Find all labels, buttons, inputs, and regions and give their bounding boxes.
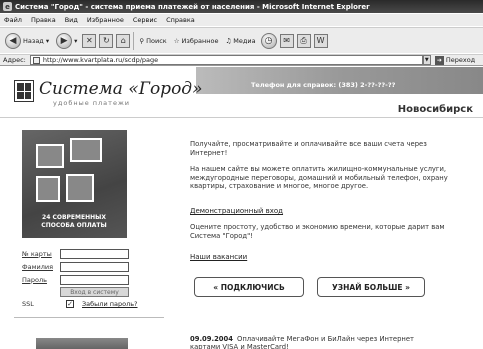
vacancies-link[interactable]: Наши вакансии bbox=[190, 253, 247, 261]
url-text: http://www.kvartplata.ru/scdp/page bbox=[42, 56, 159, 64]
menu-file[interactable]: Файл bbox=[4, 16, 22, 24]
logo-mark-icon bbox=[14, 80, 34, 102]
banner-phone: Телефон для справок: (383) 2-??-??-?? bbox=[251, 81, 396, 89]
url-dropdown-icon[interactable]: ▼ bbox=[422, 55, 431, 65]
password-label: Пароль bbox=[22, 275, 47, 284]
browser-toolbar: ◀ Назад ▾ ▶ ▾ ✕ ↻ ⌂ ⚲ Поиск ☆ Избранное … bbox=[0, 27, 483, 53]
window-titlebar: e Система "Город" - система приема плате… bbox=[0, 0, 483, 13]
surname-input[interactable] bbox=[60, 261, 129, 272]
toolbar-separator bbox=[133, 31, 135, 50]
page-icon bbox=[32, 56, 40, 64]
refresh-icon[interactable]: ↻ bbox=[99, 33, 114, 48]
address-bar: Адрес: http://www.kvartplata.ru/scdp/pag… bbox=[0, 54, 483, 66]
search-button[interactable]: ⚲ Поиск bbox=[137, 31, 168, 51]
media-icon: ♫ bbox=[225, 36, 232, 45]
promo-caption: 24 СОВРЕМЕННЫХ СПОСОБА ОПЛАТЫ bbox=[41, 214, 107, 229]
go-button[interactable]: ➜ Переход bbox=[434, 55, 476, 65]
promo-tile bbox=[36, 144, 64, 168]
menu-favorites[interactable]: Избранное bbox=[87, 16, 124, 24]
card-number-label: № карты bbox=[22, 249, 52, 258]
surname-label: Фамилия bbox=[22, 262, 53, 271]
window-title: Система "Город" - система приема платеже… bbox=[15, 2, 370, 11]
ssl-checkbox[interactable]: ✓ bbox=[66, 300, 74, 308]
history-icon[interactable]: ◷ bbox=[260, 32, 277, 49]
learn-more-button[interactable]: УЗНАЙ БОЛЬШЕ » bbox=[317, 277, 425, 297]
menu-bar: Файл Правка Вид Избранное Сервис Справка bbox=[0, 14, 483, 26]
left-divider bbox=[14, 317, 164, 318]
stop-icon[interactable]: ✕ bbox=[82, 33, 97, 48]
mail-icon[interactable]: ✉ bbox=[279, 33, 294, 48]
ie-icon: e bbox=[3, 2, 12, 11]
logo-title: Система «Город» bbox=[39, 79, 203, 99]
menu-edit[interactable]: Правка bbox=[31, 16, 56, 24]
news-date: 09.09.2004 bbox=[190, 335, 233, 343]
city-name: Новосибирск bbox=[397, 104, 473, 115]
promo-tile bbox=[70, 138, 102, 162]
intro-paragraph-2: На нашем сайте вы можете оплатить жилищн… bbox=[190, 165, 448, 190]
news-item: 09.09.2004 Оплачивайте МегаФон и БиЛайн ч… bbox=[190, 335, 430, 349]
address-label: Адрес: bbox=[3, 56, 26, 64]
intro-paragraph-1: Получайте, просматривайте и оплачивайте … bbox=[190, 140, 427, 157]
news-image bbox=[36, 338, 128, 349]
logo-subtitle: удобные платежи bbox=[53, 99, 131, 107]
media-label: Медиа bbox=[233, 36, 256, 45]
chevron-down-icon: ▾ bbox=[74, 36, 78, 45]
login-button[interactable]: Вход в систему bbox=[60, 287, 129, 297]
header-banner: Телефон для справок: (383) 2-??-??-?? bbox=[196, 67, 483, 94]
menu-view[interactable]: Вид bbox=[65, 16, 78, 24]
chevron-down-icon: ▾ bbox=[45, 36, 50, 45]
media-button[interactable]: ♫ Медиа bbox=[223, 31, 257, 51]
header-divider bbox=[0, 117, 483, 118]
search-label: Поиск bbox=[146, 36, 167, 45]
back-button[interactable]: ◀ Назад ▾ bbox=[3, 31, 51, 51]
promo-image: 24 СОВРЕМЕННЫХ СПОСОБА ОПЛАТЫ bbox=[22, 130, 127, 238]
forgot-password-link[interactable]: Забыли пароль? bbox=[82, 300, 138, 308]
favorites-label: Избранное bbox=[181, 36, 219, 45]
star-icon: ☆ bbox=[173, 36, 180, 45]
back-arrow-icon: ◀ bbox=[5, 32, 21, 49]
go-label: Переход bbox=[445, 56, 476, 64]
login-form: № карты Фамилия Пароль Вход в систему SS… bbox=[22, 248, 152, 308]
favorites-button[interactable]: ☆ Избранное bbox=[172, 31, 221, 51]
menu-help[interactable]: Справка bbox=[166, 16, 195, 24]
rate-text: Оцените простоту, удобство и экономию вр… bbox=[190, 223, 445, 240]
forward-arrow-icon: ▶ bbox=[56, 32, 73, 49]
forward-button[interactable]: ▶ ▾ bbox=[54, 31, 79, 51]
go-arrow-icon: ➜ bbox=[434, 55, 444, 65]
home-icon[interactable]: ⌂ bbox=[116, 33, 131, 48]
promo-tile bbox=[36, 176, 60, 202]
card-number-input[interactable] bbox=[60, 248, 129, 259]
site-logo[interactable]: Система «Город» удобные платежи bbox=[14, 80, 202, 107]
connect-button[interactable]: « ПОДКЛЮЧИСЬ bbox=[194, 277, 304, 297]
back-label: Назад bbox=[23, 36, 44, 45]
menu-tools[interactable]: Сервис bbox=[133, 16, 157, 24]
intro-text: Получайте, просматривайте и оплачивайте … bbox=[190, 140, 460, 199]
url-input[interactable]: http://www.kvartplata.ru/scdp/page bbox=[29, 55, 423, 65]
ssl-label: SSL bbox=[22, 300, 34, 308]
edit-icon[interactable]: W bbox=[313, 33, 328, 48]
page-content: Телефон для справок: (383) 2-??-??-?? Си… bbox=[0, 67, 483, 349]
search-icon: ⚲ bbox=[139, 36, 145, 45]
promo-tile bbox=[66, 174, 94, 202]
print-icon[interactable]: ⎙ bbox=[296, 33, 311, 48]
password-input[interactable] bbox=[60, 274, 129, 285]
demo-login-link[interactable]: Демонстрационный вход bbox=[190, 207, 283, 215]
